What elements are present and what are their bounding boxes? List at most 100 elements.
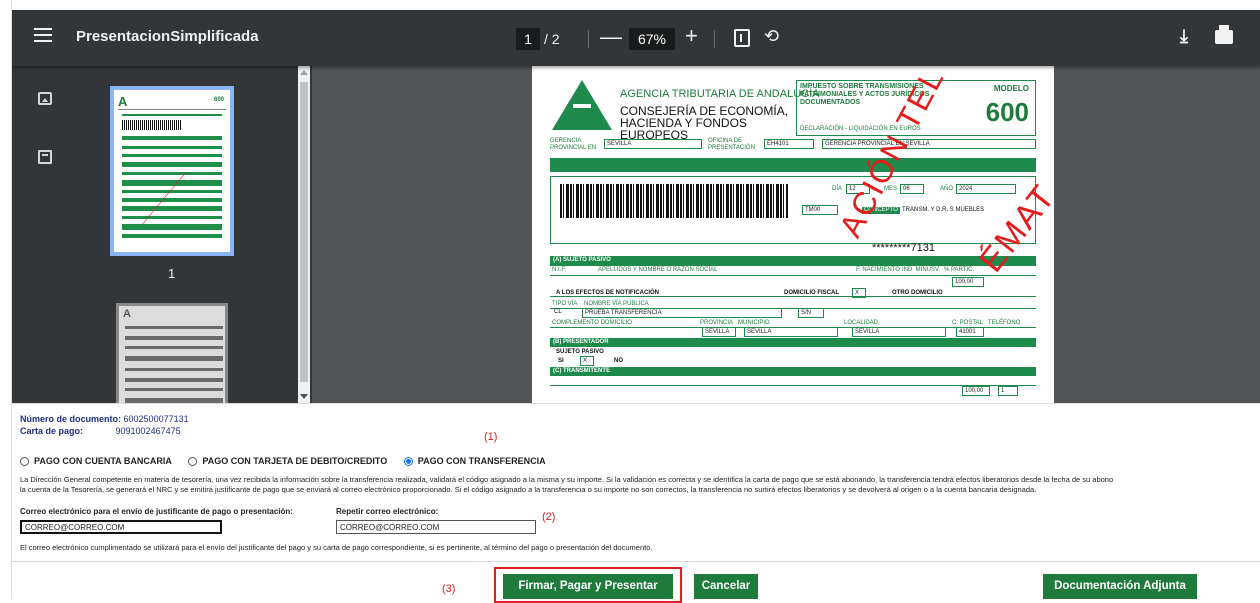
carta-pago-label: Carta de pago: — [20, 426, 84, 436]
email-field[interactable] — [20, 520, 222, 534]
thumbnail-sidebar: A 600 ──────────── 1 A — [12, 66, 312, 403]
radio-selected-icon[interactable] — [403, 456, 413, 466]
page-number-input[interactable]: 1 — [516, 28, 540, 50]
consejeria-name: CONSEJERÍA DE ECONOMÍA, HACIENDA Y FONDO… — [620, 104, 789, 142]
print-icon[interactable] — [1215, 25, 1233, 44]
andalucia-logo — [552, 80, 612, 130]
transfer-info-text: La Dirección General competente en mater… — [20, 475, 1114, 494]
dia-label: DÍA — [832, 186, 843, 192]
localidad-label: LOCALIDAD — [844, 320, 879, 326]
concepto-value: TRANSM. Y D.R. S MUEBLES — [902, 207, 985, 213]
thumb-model: 600 — [213, 97, 224, 103]
radio-card[interactable]: PAGO CON TARJETA DE DEBITO/CREDITO — [188, 456, 387, 466]
page-thumbnail-1[interactable]: A 600 ──────────── — [110, 86, 234, 256]
attached-docs-button[interactable]: Documentación Adjunta — [1043, 574, 1197, 599]
tipovia-value: CL — [554, 309, 562, 315]
via-field: PRUEBA TRANSFERENCIA — [582, 308, 782, 318]
via-label: NOMBRE VÍA PÚBLICA — [584, 301, 649, 307]
viewer-toolbar: PresentacionSimplificada 1 / 2 — 67% + ⟲… — [12, 10, 1260, 66]
page-total: / 2 — [544, 31, 560, 47]
thumbnails-icon[interactable] — [38, 92, 52, 105]
annotation-3: (3) — [442, 583, 456, 595]
radio-circle-icon[interactable] — [188, 456, 198, 466]
gerencia-label: GERENCIA PROVINCIAL EN — [550, 138, 597, 151]
divider — [12, 561, 1260, 562]
thumbnail-label: 1 — [168, 266, 176, 281]
sujeto-pasivo-label: SUJETO PASIVO — [556, 349, 604, 355]
thumb-header: A 600 — [118, 94, 226, 110]
masked-code: *********7131 — [872, 242, 935, 254]
domfiscal-field: X — [852, 288, 866, 298]
cpostal-field: 41001 — [956, 327, 984, 337]
minusv-label: IND. MINUSV. — [902, 267, 941, 273]
cpostal-label: C. POSTAL — [952, 320, 983, 326]
download-icon[interactable]: ⤓ — [1180, 26, 1188, 47]
si-label: SI — [558, 358, 564, 364]
sidebar-scrollbar[interactable] — [298, 66, 310, 403]
doc-number-label: Número de documento: — [20, 414, 122, 424]
modelo-label: MODELO — [993, 84, 1029, 93]
left-edge — [0, 0, 12, 599]
payment-form: Número de documento: 6002500077131 Carta… — [12, 403, 1260, 603]
no-label: NO — [614, 358, 623, 364]
scroll-down-icon[interactable] — [300, 394, 308, 399]
annotation-2: (2) — [542, 511, 556, 523]
modelo-number: 600 — [985, 97, 1029, 127]
zoom-out-button[interactable]: — — [600, 24, 622, 50]
tm-field: TM00 — [802, 205, 838, 215]
doc-number-value: 6002500077131 — [123, 414, 189, 424]
radio-transfer[interactable]: PAGO CON TRANSFERENCIA — [403, 456, 546, 466]
notif-label: A LOS EFECTOS DE NOTIFICACIÓN — [556, 290, 660, 296]
pdf-viewer: PresentacionSimplificada 1 / 2 — 67% + ⟲… — [12, 10, 1260, 403]
email-label: Correo electrónico para el envío de just… — [20, 507, 293, 516]
agency-name: AGENCIA TRIBUTARIA DE ANDALUCÍA — [620, 88, 820, 100]
telefono-label: TELÉFONO — [988, 320, 1021, 326]
fit-page-icon[interactable] — [734, 29, 750, 47]
scroll-up-icon[interactable] — [300, 70, 308, 75]
menu-icon[interactable] — [34, 28, 52, 48]
toolbar-divider — [714, 30, 715, 48]
zoom-in-button[interactable]: + — [685, 23, 698, 49]
thumb-logo: A — [118, 94, 128, 109]
otrodom-label: OTRO DOMICILIO — [892, 290, 943, 296]
gerencia-desc-field: GERENCIA PROVINCIAL EN SEVILLA — [822, 139, 1036, 149]
nacimiento-label: F. NACIMIENTO — [856, 267, 900, 273]
rotate-icon[interactable]: ⟲ — [764, 26, 779, 47]
anio-field: 2024 — [956, 184, 1016, 194]
numero-field: S/N — [798, 308, 824, 318]
domfiscal-label: DOMICILIO FISCAL — [784, 290, 839, 296]
municipio-label: MUNICIPIO — [738, 320, 770, 326]
carta-pago-value: 9091002467475 — [115, 426, 181, 436]
scrollbar-thumb[interactable] — [300, 82, 308, 382]
tax-title: IMPUESTO SOBRE TRANSMISIONES PATRIMONIAL… — [800, 83, 930, 106]
barcode — [560, 184, 788, 218]
email-repeat-field[interactable] — [336, 520, 536, 534]
provincia-field: SEVILLA — [702, 327, 736, 337]
municipio-field: SEVILLA — [744, 327, 838, 337]
radio-circle-icon[interactable] — [20, 456, 29, 466]
oficina-field: EH4101 — [764, 139, 814, 149]
email-repeat-label: Repetir correo electrónico: — [336, 507, 439, 516]
radio-bank-account[interactable]: PAGO CON CUENTA BANCARIA — [20, 456, 172, 466]
localidad-field: SEVILLA — [852, 327, 946, 337]
page-thumbnail-2[interactable]: A — [116, 303, 228, 403]
oficina-label: OFICINA DE PRESENTACIÓN — [708, 138, 755, 151]
green-band — [550, 158, 1036, 172]
partic-label: % PARTIC. — [944, 267, 975, 273]
provincia-label: PROVINCIA — [700, 320, 734, 326]
payment-method-group: PAGO CON CUENTA BANCARIA PAGO CON TARJET… — [20, 456, 560, 468]
transmit-field: 1 — [998, 386, 1018, 396]
apellidos-label: APELLIDOS Y NOMBRE O RAZÓN SOCIAL — [598, 267, 718, 273]
document-title: PresentacionSimplificada — [76, 28, 259, 45]
nif-label: N.I.F. — [552, 267, 567, 273]
thumb2-logo: A — [123, 308, 131, 320]
zoom-input[interactable]: 67% — [629, 28, 675, 50]
partic-field: 100,00 — [952, 277, 984, 287]
anio-label: AÑO — [940, 186, 954, 192]
outline-icon[interactable] — [38, 150, 52, 164]
sign-pay-submit-button[interactable]: Firmar, Pagar y Presentar — [503, 574, 673, 599]
thumb-barcode — [122, 120, 182, 130]
cancel-button[interactable]: Cancelar — [694, 574, 758, 599]
pdf-page: AGENCIA TRIBUTARIA DE ANDALUCÍA CONSEJER… — [532, 66, 1054, 403]
si-field: X — [580, 356, 594, 366]
